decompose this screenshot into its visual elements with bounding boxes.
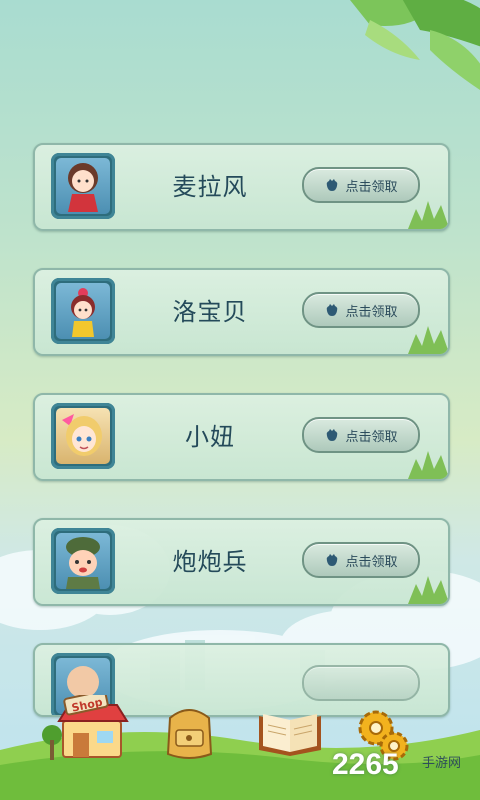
claim-button[interactable]: 点击领取: [302, 167, 420, 203]
backpack-button[interactable]: [162, 700, 217, 762]
claim-label: 点击领取: [345, 304, 398, 320]
girl-pink-bow-avatar-icon: [71, 288, 95, 337]
reward-card: 炮炮兵 点击领取: [33, 518, 450, 606]
book-icon: [259, 714, 321, 756]
leaf-decoration: [408, 451, 448, 479]
claim-label: 点击领取: [345, 179, 398, 195]
avatar: [51, 153, 115, 219]
hand-icon: [327, 554, 338, 566]
hand-icon: [327, 179, 338, 191]
claim-button[interactable]: 点击领取: [302, 542, 420, 578]
claim-button[interactable]: 点击领取: [302, 292, 420, 328]
avatar: [51, 528, 115, 594]
hand-icon: [327, 429, 338, 441]
bottom-navigation: Shop: [0, 680, 480, 800]
avatar: [51, 403, 115, 469]
reward-card: 洛宝贝 点击领取: [33, 268, 450, 356]
claim-label: 点击领取: [345, 429, 398, 445]
hand-icon: [327, 304, 338, 316]
soldier-boy-avatar-icon: [66, 537, 100, 589]
reward-name: 麦拉风: [172, 173, 248, 201]
watermark-brand: 2265: [332, 748, 399, 781]
shop-button[interactable]: Shop: [55, 690, 130, 760]
claim-label: 点击领取: [345, 554, 398, 570]
reward-card: 小妞 点击领取: [33, 393, 450, 481]
avatar: [51, 278, 115, 344]
leaf-decoration: [408, 576, 448, 604]
reward-name: 小妞: [185, 423, 235, 451]
book-button[interactable]: [255, 708, 325, 758]
shop-icon: Shop: [57, 690, 129, 758]
girl-red-dress-avatar-icon: [68, 163, 98, 212]
watermark-suffix: 手游网: [422, 756, 462, 771]
leaf-decoration: [408, 201, 448, 229]
reward-name: 炮炮兵: [172, 548, 248, 576]
backpack-icon: [166, 709, 213, 759]
blonde-girl-avatar-icon: [62, 414, 102, 456]
claim-button[interactable]: 点击领取: [302, 417, 420, 453]
leaf-decoration: [408, 326, 448, 354]
reward-name: 洛宝贝: [172, 298, 248, 326]
reward-card: 麦拉风 点击领取: [33, 143, 450, 231]
